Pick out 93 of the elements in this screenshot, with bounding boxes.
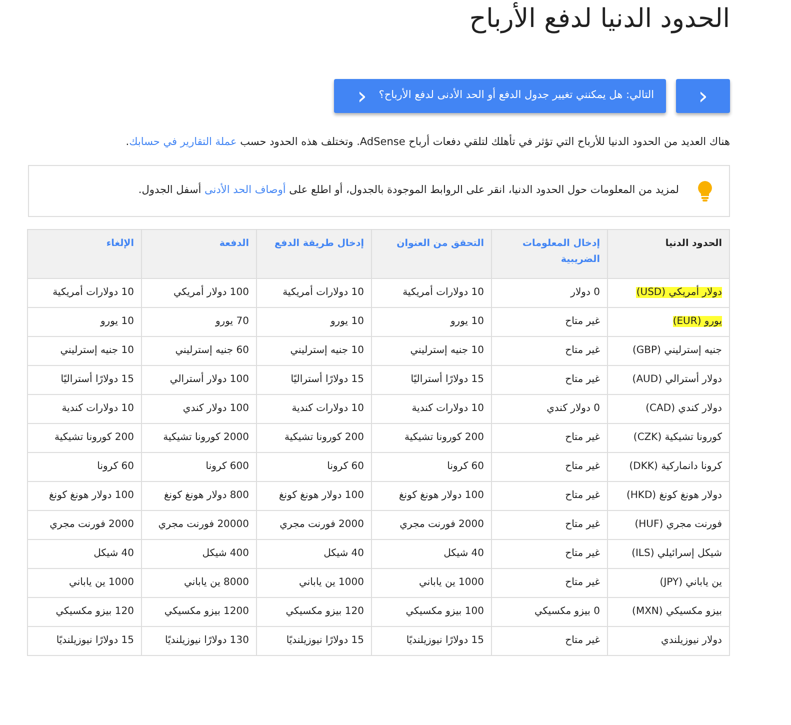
table-cell: غير متاح — [565, 548, 600, 559]
table-cell: 60 كرونا — [97, 460, 134, 472]
table-cell: 15 دولارًا أستراليًا — [290, 374, 364, 385]
table-cell: 15 دولارًا أستراليًا — [410, 374, 484, 385]
table-cell: 100 دولار أمريكي — [173, 286, 249, 298]
lightbulb-icon — [697, 180, 713, 202]
table-cell: غير متاح — [565, 374, 600, 385]
table-cell: 2000 فورنت مجري — [280, 518, 364, 530]
table-cell: 10 جنيه إسترليني — [410, 344, 484, 356]
table-cell: شيكل إسرائيلي (ILS) — [632, 548, 722, 559]
table-cell: 600 كرونا — [206, 460, 249, 472]
table-cell: يورو (EUR) — [672, 316, 722, 327]
table-cell: دولار أمريكي (USD) — [636, 286, 722, 298]
table-cell: 60 كرونا — [447, 460, 484, 472]
table-cell: 200 كورونا تشيكية — [404, 432, 484, 443]
table-cell: 100 دولار هونغ كونغ — [48, 490, 134, 501]
table-cell: 2000 كورونا تشيكية — [163, 432, 249, 443]
table-cell: 1200 بيزو مكسيكي — [164, 606, 249, 617]
table-cell: 0 بيزو مكسيكي — [534, 606, 600, 617]
column-header[interactable]: التحقق من العنوان — [372, 229, 492, 278]
table-cell: 10 يورو — [450, 316, 484, 327]
table-cell: 15 دولارًا نيوزيلنديًا — [406, 634, 484, 646]
table-cell: 100 دولار أسترالي — [170, 374, 249, 385]
table-cell: 100 بيزو مكسيكي — [406, 606, 484, 617]
callout-text: لمزيد من المعلومات حول الحدود الدنيا، انقر على الروابط الموجودة بالجدول، أو اطلع على أوصاف الحد الأدنى أسفل الجدول. — [138, 183, 679, 198]
table-cell: 70 يورو — [215, 316, 249, 327]
table-cell: غير متاح — [565, 344, 600, 356]
table-cell: 200 كورونا تشيكية — [54, 432, 134, 443]
table-cell: كورونا تشيكية (CZK) — [633, 432, 722, 443]
table-cell: دولار كندي (CAD) — [646, 402, 722, 414]
table-cell: 10 جنيه إسترليني — [60, 344, 134, 356]
table-cell: 1000 ين ياباني — [299, 576, 364, 588]
table-cell: غير متاح — [565, 432, 600, 443]
table-cell: 8000 ين ياباني — [184, 576, 249, 588]
column-header[interactable]: الإلغاء — [28, 229, 142, 278]
table-cell: جنيه إسترليني (GBP) — [632, 344, 722, 356]
table-cell: 10 دولارات كندية — [412, 402, 484, 414]
table-cell: غير متاح — [565, 518, 600, 530]
table-cell: 10 دولارات كندية — [62, 402, 134, 414]
table-cell: غير متاح — [565, 490, 600, 501]
table-cell: دولار هونغ كونغ (HKD) — [626, 490, 722, 501]
table-cell: 15 دولارًا نيوزيلنديًا — [286, 634, 364, 646]
table-cell: كرونا دانماركية (DKK) — [629, 460, 722, 472]
table-cell: غير متاح — [565, 634, 600, 646]
page-title: الحدود الدنيا لدفع الأرباح — [468, 4, 730, 36]
table-cell: 1000 ين ياباني — [69, 576, 134, 588]
table-cell: 20000 فورنت مجري — [158, 518, 249, 530]
column-header[interactable]: إدخال المعلومات الضريبية — [492, 229, 608, 278]
table-cell: 10 دولارات كندية — [292, 402, 364, 414]
table-cell: دولار أسترالي (AUD) — [632, 374, 722, 385]
table-cell: 10 يورو — [100, 316, 134, 327]
table-cell: 15 دولارًا أستراليًا — [60, 374, 134, 385]
table-cell: 130 دولارًا نيوزيلنديًا — [164, 634, 249, 646]
table-cell: 40 شيكل — [444, 548, 484, 559]
chevron-icon: ‹ — [357, 84, 367, 108]
column-header[interactable]: إدخال طريقة الدفع — [256, 229, 372, 278]
table-cell: 0 دولار كندي — [546, 402, 600, 414]
table-cell: 120 بيزو مكسيكي — [286, 606, 364, 617]
table-cell: 60 جنيه إسترليني — [175, 344, 249, 356]
table-cell: 400 شيكل — [202, 548, 249, 559]
column-header[interactable]: الدفعة — [142, 229, 256, 278]
table-cell: 10 دولارات أمريكية — [402, 286, 484, 298]
table-cell: غير متاح — [565, 576, 600, 588]
table-cell: 100 دولار كندي — [182, 402, 249, 414]
table-cell: 1000 ين ياباني — [419, 576, 484, 588]
table-cell: 0 دولار — [570, 286, 600, 298]
table-cell: فورنت مجري (HUF) — [634, 518, 722, 530]
table-cell: 120 بيزو مكسيكي — [56, 606, 134, 617]
table-cell: غير متاح — [565, 316, 600, 327]
table-cell: 100 دولار هونغ كونغ — [278, 490, 364, 501]
previous-button[interactable]: ‹ — [676, 79, 730, 114]
link[interactable]: أوصاف الحد الأدنى — [204, 184, 286, 196]
table-cell: 100 دولار هونغ كونغ — [398, 490, 484, 501]
table-cell: 10 يورو — [330, 316, 364, 327]
table-cell: 2000 فورنت مجري — [50, 518, 134, 530]
table-cell: 60 كرونا — [327, 460, 364, 472]
table-cell: غير متاح — [565, 460, 600, 472]
table-cell: بيزو مكسيكي (MXN) — [632, 606, 722, 617]
next-button[interactable]: التالي: هل يمكنني تغيير جدول الدفع أو الحد الأدنى لدفع الأرباح؟ ‹ — [334, 79, 666, 114]
table-cell: 10 دولارات أمريكية — [282, 286, 364, 298]
table-cell: 200 كورونا تشيكية — [284, 432, 364, 443]
table-cell: 10 دولارات أمريكية — [52, 286, 134, 298]
table-cell: دولار نيوزيلندي — [661, 634, 722, 646]
table-cell: 40 شيكل — [324, 548, 364, 559]
table-cell: 800 دولار هونغ كونغ — [164, 490, 249, 501]
link[interactable]: عملة التقارير في حسابك — [129, 136, 237, 148]
table-cell: 10 جنيه إسترليني — [290, 344, 364, 356]
column-header: الحدود الدنيا — [608, 229, 730, 278]
table-cell: 40 شيكل — [94, 548, 134, 559]
intro-paragraph: هناك العديد من الحدود الدنيا للأرباح التي تؤثر في تأهلك لتلقي دفعات أرباح AdSense. وتختلف هذه الحدود حسب عملة التقارير في حسابك. — [124, 135, 730, 150]
table-cell: ين ياباني (JPY) — [660, 576, 722, 588]
table-cell: 15 دولارًا نيوزيلنديًا — [56, 634, 134, 646]
table-cell: 2000 فورنت مجري — [400, 518, 484, 530]
